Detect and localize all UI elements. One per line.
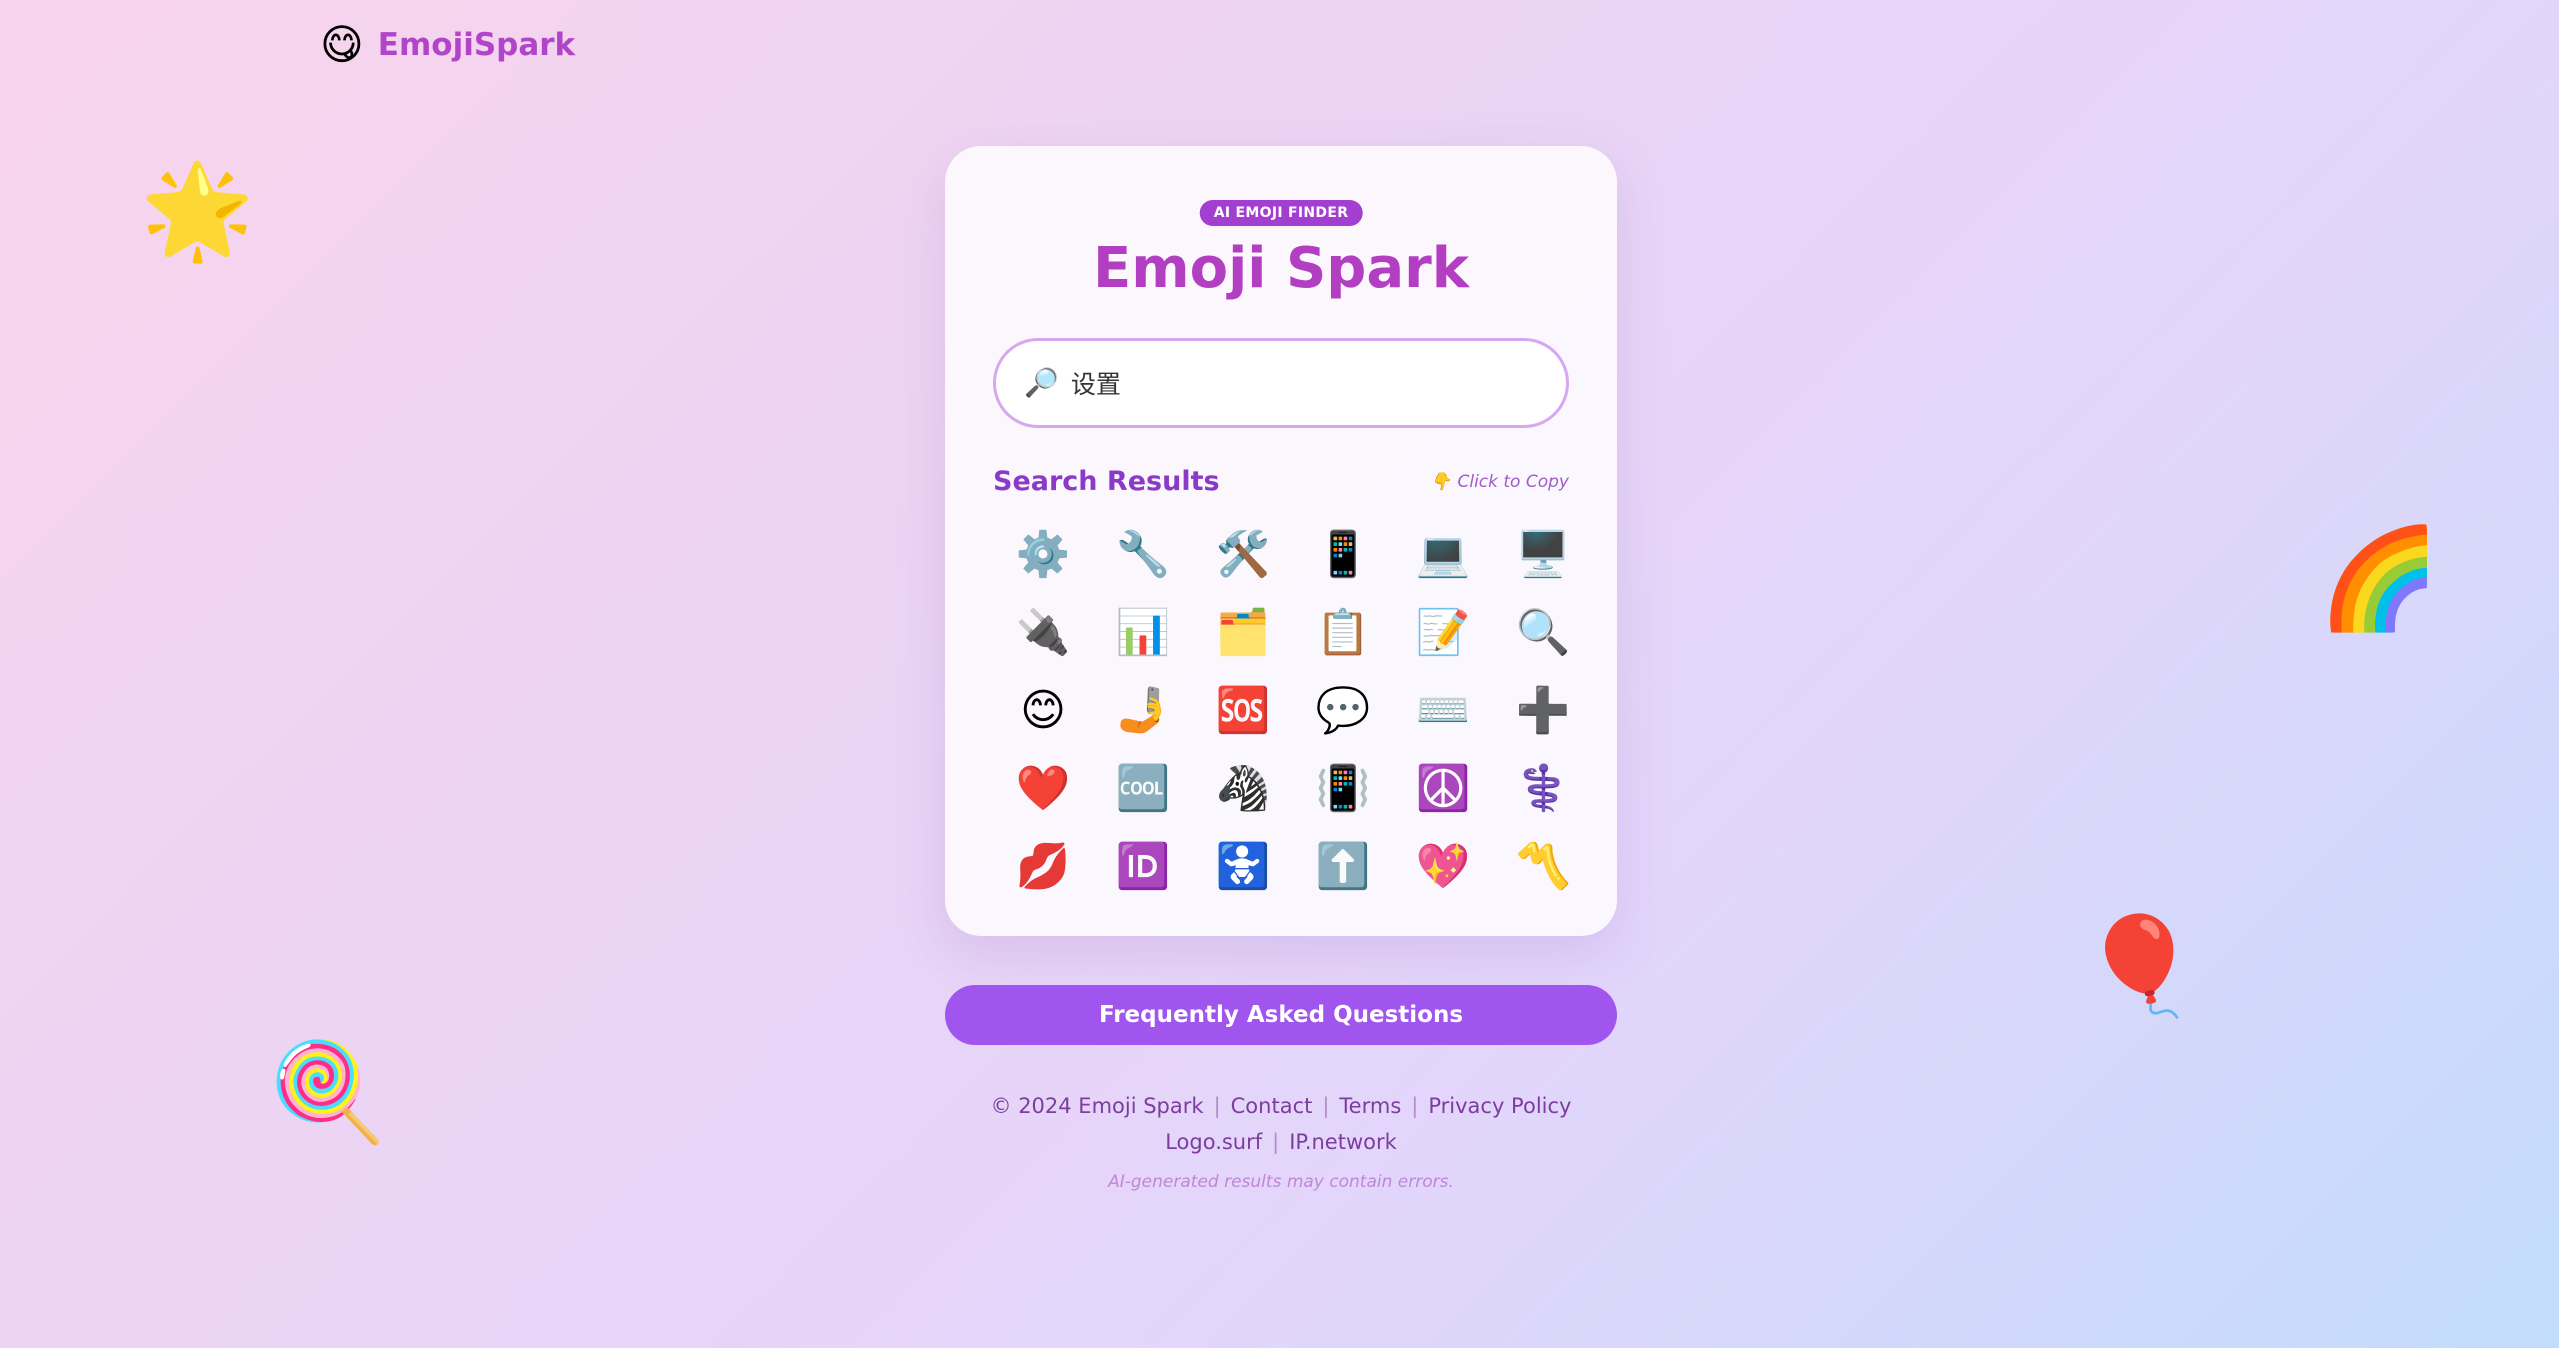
search-input[interactable] [1070, 368, 1531, 398]
emoji-result-item[interactable]: 🆘 [1193, 672, 1293, 750]
footer-separator: | [1272, 1130, 1280, 1154]
brand-link[interactable]: 😋 EmojiSpark [320, 24, 575, 66]
emoji-result-item[interactable]: 📊 [1093, 594, 1193, 672]
copyright-text: © 2024 Emoji Spark [990, 1094, 1204, 1118]
emoji-result-item[interactable]: 💖 [1393, 828, 1493, 906]
emoji-result-item[interactable]: 🆒 [1093, 750, 1193, 828]
emoji-result-item[interactable]: 🔌 [993, 594, 1093, 672]
copy-hint: 👇 Click to Copy [1430, 472, 1569, 492]
footer-separator: | [1213, 1094, 1221, 1118]
emoji-result-item[interactable]: 〽️ [1493, 828, 1593, 906]
emoji-result-item[interactable]: 🗂️ [1193, 594, 1293, 672]
emoji-result-item[interactable]: ☮️ [1393, 750, 1493, 828]
emoji-result-item[interactable]: ⬆️ [1293, 828, 1393, 906]
rainbow-decoration-icon: 🌈 [2318, 522, 2441, 636]
copy-hint-label: Click to Copy [1457, 471, 1569, 492]
terms-link[interactable]: Terms [1339, 1094, 1401, 1118]
emoji-result-item[interactable]: 📱 [1293, 516, 1393, 594]
emoji-result-item[interactable]: 🚼 [1193, 828, 1293, 906]
emoji-result-item[interactable]: 🛠️ [1193, 516, 1293, 594]
emoji-result-item[interactable]: 📳 [1293, 750, 1393, 828]
ai-disclaimer: AI-generated results may contain errors. [1108, 1172, 1454, 1192]
emoji-results-grid: ⚙️ 🔧 🛠️ 📱 💻 🖥️ 🔌 📊 🗂️ 📋 📝 🔍 😊 🤳 🆘 💬 ⌨️ ➕ ❤️ 🆒 🦓 📳 ☮️ ⚕️ 💋 🆔 🚼 ⬆️ 💖 〽️ [993, 516, 1571, 906]
emoji-result-item[interactable]: 📋 [1293, 594, 1393, 672]
footer-links: © 2024 Emoji Spark | Contact | Terms | Privacy… [945, 1094, 1617, 1118]
emoji-result-item[interactable]: 🦓 [1193, 750, 1293, 828]
emoji-result-item[interactable]: 💻 [1393, 516, 1493, 594]
emoji-result-item[interactable]: ➕ [1493, 672, 1593, 750]
emoji-finder-card: AI EMOJI FINDER Emoji Spark 🔎 Search Res… [945, 146, 1617, 936]
faq-button[interactable]: Frequently Asked Questions [945, 985, 1617, 1045]
footer-separator: | [1411, 1094, 1419, 1118]
results-header: Search Results 👇 Click to Copy [993, 466, 1569, 497]
emoji-result-item[interactable]: 💋 [993, 828, 1093, 906]
emoji-result-item[interactable]: 🖥️ [1493, 516, 1593, 594]
lollipop-decoration-icon: 🍭 [268, 1036, 388, 1148]
emoji-result-item[interactable]: 📝 [1393, 594, 1493, 672]
privacy-policy-link[interactable]: Privacy Policy [1428, 1094, 1571, 1118]
balloon-decoration-icon: 🎈 [2080, 910, 2200, 1022]
emoji-result-item[interactable]: 🆔 [1093, 828, 1193, 906]
emoji-result-item[interactable]: ❤️ [993, 750, 1093, 828]
footer-separator: | [1322, 1094, 1330, 1118]
emoji-result-item[interactable]: ⚕️ [1493, 750, 1593, 828]
ip-network-link[interactable]: IP.network [1289, 1130, 1397, 1154]
footer-partner-links: Logo.surf | IP.network [945, 1130, 1617, 1154]
contact-link[interactable]: Contact [1231, 1094, 1313, 1118]
brand-logo-icon: 😋 [320, 20, 364, 69]
search-box[interactable]: 🔎 [993, 338, 1569, 428]
search-icon: 🔎 [1024, 366, 1059, 399]
emoji-result-item[interactable]: 🔧 [1093, 516, 1193, 594]
emoji-result-item[interactable]: 💬 [1293, 672, 1393, 750]
emoji-result-item[interactable]: ⚙️ [993, 516, 1093, 594]
results-title: Search Results [993, 466, 1220, 497]
ai-finder-badge: AI EMOJI FINDER [1199, 200, 1363, 226]
star-decoration-icon: 🌟 [140, 157, 255, 264]
emoji-result-item[interactable]: 🔍 [1493, 594, 1593, 672]
pointing-down-icon: 👇 [1430, 471, 1452, 492]
brand-name: EmojiSpark [377, 27, 576, 63]
page-title: Emoji Spark [1092, 236, 1470, 301]
emoji-result-item[interactable]: ⌨️ [1393, 672, 1493, 750]
emoji-result-item[interactable]: 🤳 [1093, 672, 1193, 750]
logo-surf-link[interactable]: Logo.surf [1165, 1130, 1262, 1154]
emoji-result-item[interactable]: 😊 [993, 672, 1093, 750]
